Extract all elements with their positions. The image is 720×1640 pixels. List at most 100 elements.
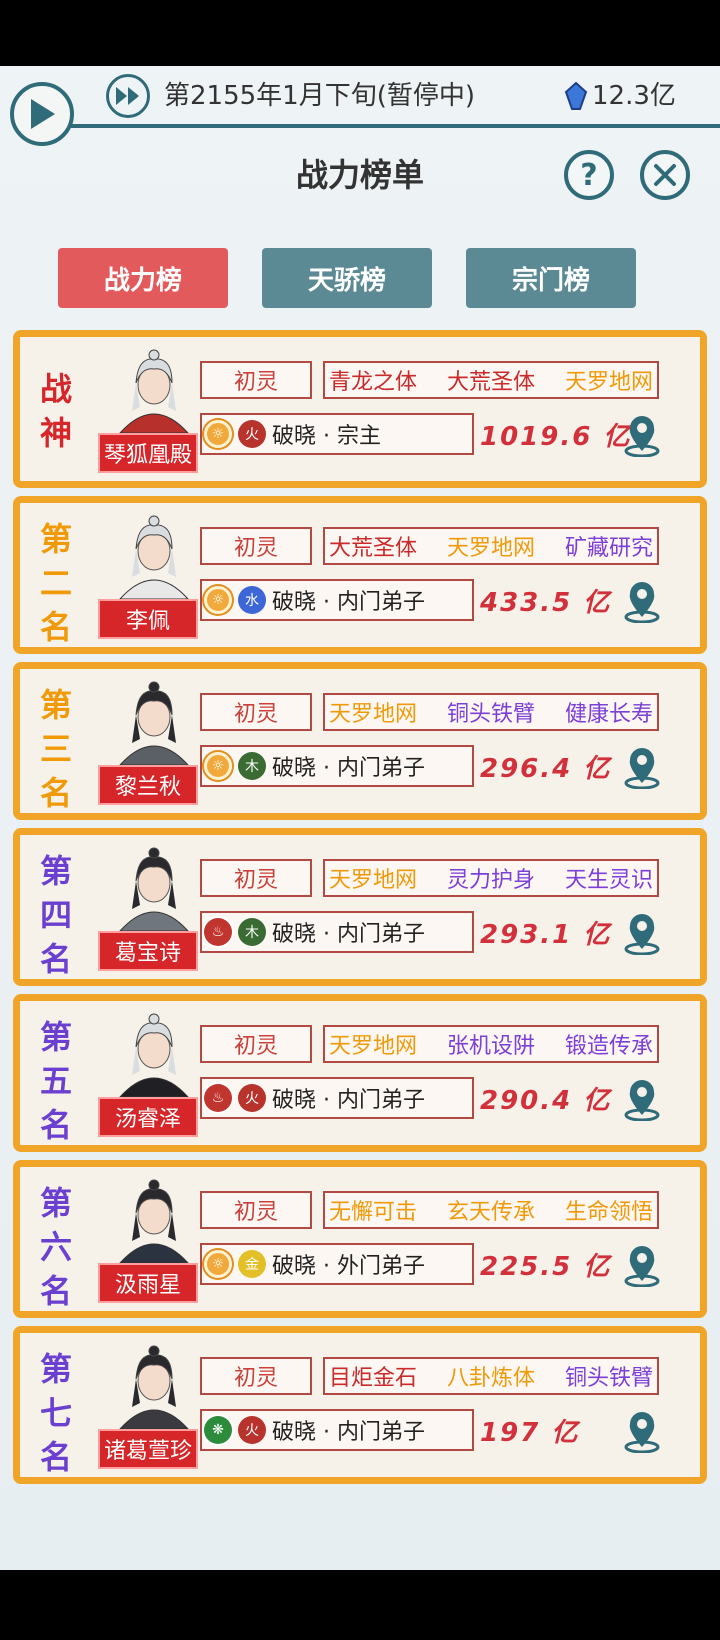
rank-label: 第七名 bbox=[38, 1347, 74, 1479]
trait-tag: 天罗地网 bbox=[446, 536, 535, 561]
trait-tag: 无懈可击 bbox=[329, 1200, 418, 1225]
rank-char: 名 bbox=[39, 1438, 72, 1476]
realm-badge: 初灵 bbox=[200, 1191, 312, 1229]
character-name: 琴狐凰殿 bbox=[98, 433, 198, 473]
character-portrait-icon bbox=[119, 515, 189, 599]
trait-tag: 天罗地网 bbox=[564, 370, 653, 395]
trait-tag: 矿藏研究 bbox=[564, 536, 653, 561]
element-icon: 火 bbox=[238, 1416, 266, 1444]
location-pin-icon[interactable] bbox=[620, 1409, 664, 1453]
realm-badge: 初灵 bbox=[200, 1357, 312, 1395]
realm-badge: 初灵 bbox=[200, 693, 312, 731]
trait-tag: 天罗地网 bbox=[329, 702, 418, 727]
trait-tag: 八卦炼体 bbox=[446, 1366, 535, 1391]
element-icon: 火 bbox=[238, 1084, 266, 1112]
sect-info: ☼ 金破晓 · 外门弟子 bbox=[200, 1243, 474, 1285]
sect-role: 破晓 · 内门弟子 bbox=[272, 590, 425, 615]
rank-label: 第三名 bbox=[38, 683, 74, 815]
trait-tag: 铜头铁臂 bbox=[446, 702, 535, 727]
fast-forward-button[interactable] bbox=[106, 74, 150, 118]
sect-info: ♨ 火破晓 · 内门弟子 bbox=[200, 1077, 474, 1119]
location-pin-icon[interactable] bbox=[620, 1077, 664, 1121]
ranking-card[interactable]: 第三名黎兰秋 初灵 天罗地网 铜头铁臂 健康长寿 ☼ 木破晓 · 内门弟子 296.4 亿 bbox=[13, 662, 707, 820]
tab-3[interactable]: 宗门榜 bbox=[466, 248, 636, 308]
location-pin-icon[interactable] bbox=[620, 911, 664, 955]
sect-emblem-icon: ☼ bbox=[204, 1250, 232, 1278]
sect-emblem-icon: ☼ bbox=[204, 420, 232, 448]
trait-tag: 健康长寿 bbox=[564, 702, 653, 727]
character-name: 汤睿泽 bbox=[98, 1097, 198, 1137]
character-name: 葛宝诗 bbox=[98, 931, 198, 971]
sect-role: 破晓 · 内门弟子 bbox=[272, 922, 425, 947]
rank-char: 战 bbox=[39, 370, 72, 408]
play-button[interactable] bbox=[10, 82, 74, 146]
help-button[interactable]: ? bbox=[564, 150, 614, 200]
element-icon: 木 bbox=[238, 752, 266, 780]
trait-tag: 天生灵识 bbox=[564, 868, 653, 893]
realm-badge: 初灵 bbox=[200, 527, 312, 565]
tab-1[interactable]: 战力榜 bbox=[58, 248, 228, 308]
location-pin-icon[interactable] bbox=[620, 413, 664, 457]
ranking-card[interactable]: 第五名汤睿泽 初灵 天罗地网 张机设阱 锻造传承 ♨ 火破晓 · 内门弟子 290.4 亿 bbox=[13, 994, 707, 1152]
sect-info: ☼ 火破晓 · 宗主 bbox=[200, 413, 474, 455]
character-portrait-icon bbox=[119, 349, 189, 433]
rank-char: 第 bbox=[39, 520, 72, 558]
character-name: 李佩 bbox=[98, 599, 198, 639]
header-divider bbox=[70, 124, 720, 128]
sect-emblem-icon: ☼ bbox=[204, 586, 232, 614]
trait-tag: 灵力护身 bbox=[446, 868, 535, 893]
location-pin-icon[interactable] bbox=[620, 579, 664, 623]
rank-char: 名 bbox=[39, 940, 72, 978]
close-button[interactable] bbox=[640, 150, 690, 200]
element-icon: 火 bbox=[238, 420, 266, 448]
sect-role: 破晓 · 外门弟子 bbox=[272, 1254, 425, 1279]
sect-role: 破晓 · 内门弟子 bbox=[272, 1088, 425, 1113]
location-pin-icon[interactable] bbox=[620, 1243, 664, 1287]
close-icon bbox=[654, 164, 676, 186]
ranking-card[interactable]: 第二名李佩 初灵 大荒圣体 天罗地网 矿藏研究 ☼ 水破晓 · 内门弟子 433.5 亿 bbox=[13, 496, 707, 654]
combat-power: 290.4 亿 bbox=[480, 1085, 612, 1116]
character-name: 诸葛萱珍 bbox=[98, 1429, 198, 1469]
trait-tag: 铜头铁臂 bbox=[564, 1366, 653, 1391]
rank-label: 战神 bbox=[38, 367, 74, 455]
rank-char: 第 bbox=[39, 1350, 72, 1388]
trait-tag: 目炬金石 bbox=[329, 1366, 418, 1391]
ranking-card[interactable]: 第四名葛宝诗 初灵 天罗地网 灵力护身 天生灵识 ♨ 木破晓 · 内门弟子 293.1 亿 bbox=[13, 828, 707, 986]
sect-emblem-icon: ♨ bbox=[204, 1084, 232, 1112]
character-portrait-icon bbox=[119, 1345, 189, 1429]
rank-char: 名 bbox=[39, 608, 72, 646]
trait-tag: 青龙之体 bbox=[329, 370, 418, 395]
element-icon: 水 bbox=[238, 586, 266, 614]
fast-forward-icon bbox=[116, 87, 139, 105]
realm-badge: 初灵 bbox=[200, 1025, 312, 1063]
location-pin-icon[interactable] bbox=[620, 745, 664, 789]
trait-tag: 张机设阱 bbox=[446, 1034, 535, 1059]
trait-list: 青龙之体 大荒圣体 天罗地网 bbox=[323, 361, 659, 399]
game-date: 第2155年1月下旬(暂停中) bbox=[164, 81, 475, 111]
crystal-icon bbox=[564, 82, 588, 110]
character-name: 汲雨星 bbox=[98, 1263, 198, 1303]
ranking-card[interactable]: 第六名汲雨星 初灵 无懈可击 玄天传承 生命领悟 ☼ 金破晓 · 外门弟子 225.5 亿 bbox=[13, 1160, 707, 1318]
sect-info: ♨ 木破晓 · 内门弟子 bbox=[200, 911, 474, 953]
trait-tag: 大荒圣体 bbox=[329, 536, 418, 561]
ranking-card[interactable]: 第七名诸葛萱珍 初灵 目炬金石 八卦炼体 铜头铁臂 ❋ 火破晓 · 内门弟子 197 亿 bbox=[13, 1326, 707, 1484]
sect-role: 破晓 · 内门弟子 bbox=[272, 1420, 425, 1445]
ranking-card[interactable]: 战神琴狐凰殿 初灵 青龙之体 大荒圣体 天罗地网 ☼ 火破晓 · 宗主 1019.6 亿 bbox=[13, 330, 707, 488]
currency-display: 12.3亿 bbox=[564, 76, 676, 116]
sect-info: ☼ 木破晓 · 内门弟子 bbox=[200, 745, 474, 787]
combat-power: 197 亿 bbox=[480, 1417, 580, 1448]
rank-char: 二 bbox=[39, 564, 72, 602]
character-portrait-icon bbox=[119, 847, 189, 931]
rank-label: 第二名 bbox=[38, 517, 74, 649]
rank-label: 第四名 bbox=[38, 849, 74, 981]
character-portrait-icon bbox=[119, 681, 189, 765]
combat-power: 293.1 亿 bbox=[480, 919, 612, 950]
sect-emblem-icon: ♨ bbox=[204, 918, 232, 946]
realm-badge: 初灵 bbox=[200, 859, 312, 897]
character-portrait-icon bbox=[119, 1013, 189, 1097]
tab-2[interactable]: 天骄榜 bbox=[262, 248, 432, 308]
rank-char: 第 bbox=[39, 1018, 72, 1056]
element-icon: 金 bbox=[238, 1250, 266, 1278]
combat-power: 296.4 亿 bbox=[480, 753, 612, 784]
trait-tag: 生命领悟 bbox=[564, 1200, 653, 1225]
